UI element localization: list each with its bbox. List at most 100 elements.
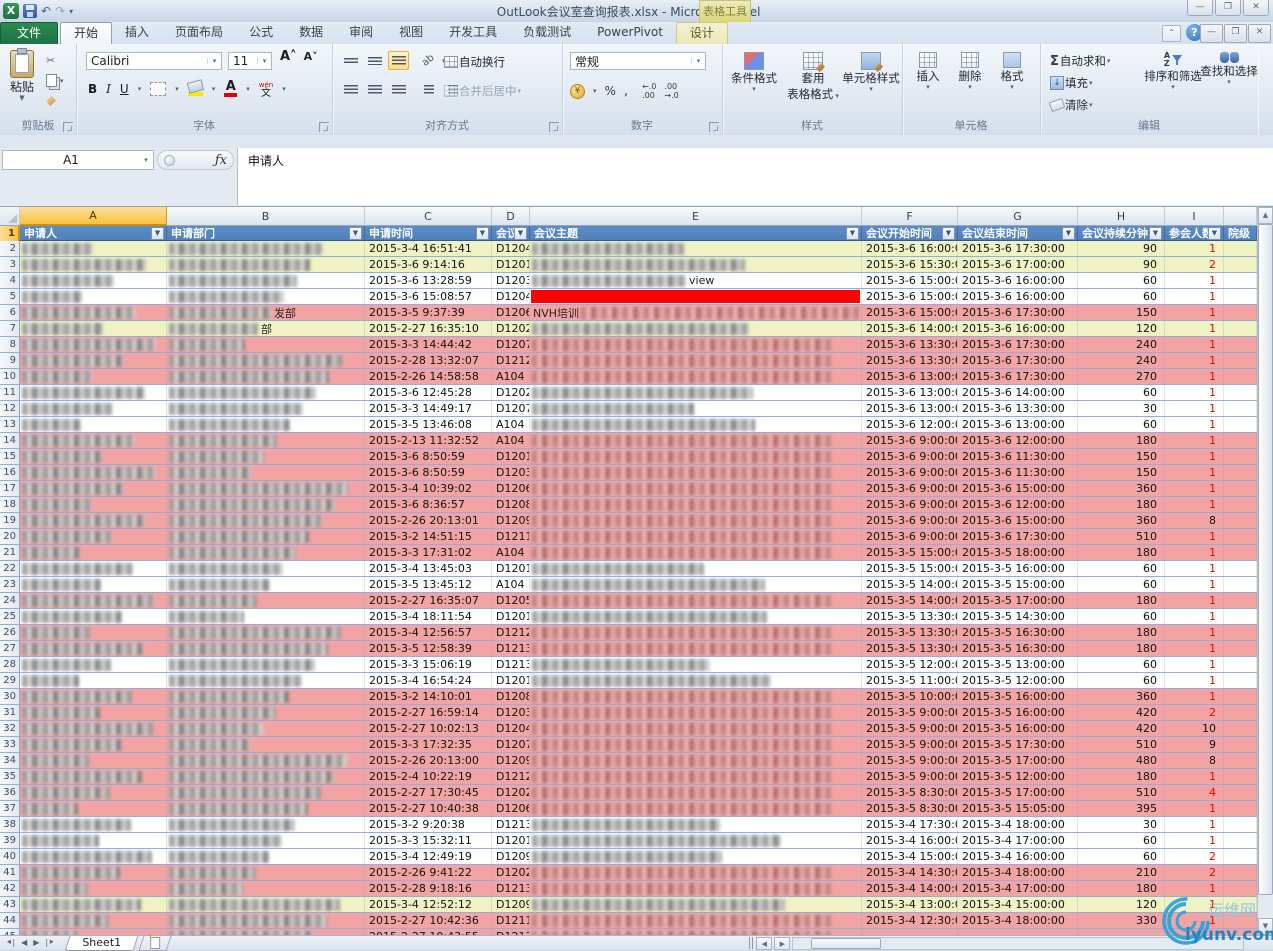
cell-E16[interactable] [530,465,862,480]
cell-I44[interactable]: 1 [1165,913,1224,928]
cell-C4[interactable]: 2015-3-6 13:28:59 [365,273,492,288]
cell-H18[interactable]: 180 [1078,497,1165,512]
cell-B26[interactable] [167,625,365,640]
cell-F36[interactable]: 2015-3-5 8:30:00 [862,785,958,800]
cell-D2[interactable]: D1204 [492,241,530,256]
cell-J36[interactable] [1224,785,1257,800]
cell-F12[interactable]: 2015-3-6 13:00:00 [862,401,958,416]
header-cell-J[interactable]: 院级 [1224,226,1257,241]
cell-D24[interactable]: D1205 [492,593,530,608]
name-box[interactable]: A1 ▾ [2,150,154,170]
percent-style-icon[interactable]: % [605,84,616,98]
cell-E10[interactable] [530,369,862,384]
cell-G16[interactable]: 2015-3-6 11:30:00 [958,465,1078,480]
app-minimize-button[interactable]: — [1187,0,1213,16]
cell-J27[interactable] [1224,641,1257,656]
cell-D3[interactable]: D1201 [492,257,530,272]
cell-F32[interactable]: 2015-3-5 9:00:00 [862,721,958,736]
cell-F26[interactable]: 2015-3-5 13:30:00 [862,625,958,640]
cell-C36[interactable]: 2015-2-27 17:30:45 [365,785,492,800]
cell-B7[interactable]: 部 [167,321,365,336]
cell-B13[interactable] [167,417,365,432]
cell-E29[interactable] [530,673,862,688]
align-left-icon[interactable] [340,80,361,99]
cell-C26[interactable]: 2015-3-4 12:56:57 [365,625,492,640]
cell-A26[interactable] [20,625,167,640]
orientation-icon[interactable]: ab [418,51,439,70]
cell-C10[interactable]: 2015-2-26 14:58:58 [365,369,492,384]
cell-G21[interactable]: 2015-3-5 18:00:00 [958,545,1078,560]
cell-I10[interactable]: 1 [1165,369,1224,384]
cell-D41[interactable]: D1202 [492,865,530,880]
cell-J21[interactable] [1224,545,1257,560]
cell-J22[interactable] [1224,561,1257,576]
cell-B17[interactable] [167,481,365,496]
cell-C15[interactable]: 2015-3-6 8:50:59 [365,449,492,464]
cell-A43[interactable] [20,897,167,912]
cell-C28[interactable]: 2015-3-3 15:06:19 [365,657,492,672]
cell-C25[interactable]: 2015-3-4 18:11:54 [365,609,492,624]
cell-C23[interactable]: 2015-3-5 13:45:12 [365,577,492,592]
cell-C27[interactable]: 2015-3-5 12:58:39 [365,641,492,656]
filter-dropdown-icon-A[interactable]: ▼ [151,226,164,240]
cell-D15[interactable]: D1201 [492,449,530,464]
cell-D29[interactable]: D1201 [492,673,530,688]
cell-F6[interactable]: 2015-3-6 15:00:00 [862,305,958,320]
header-cell-B[interactable]: 申请部门 ▼ [167,226,365,241]
select-all-corner[interactable] [0,207,20,226]
cell-I8[interactable]: 1 [1165,337,1224,352]
cell-D13[interactable]: A104 [492,417,530,432]
save-icon[interactable] [23,4,37,18]
alignment-dialog-launcher-icon[interactable] [549,122,559,132]
cell-H16[interactable]: 150 [1078,465,1165,480]
filter-dropdown-icon-H[interactable]: ▼ [1149,226,1162,240]
cell-F27[interactable]: 2015-3-5 13:30:00 [862,641,958,656]
tab-design[interactable]: 设计 [675,22,728,44]
cell-D32[interactable]: D1204 [492,721,530,736]
qat-customize-icon[interactable]: ▾ [69,7,73,16]
cell-E32[interactable] [530,721,862,736]
column-header-B[interactable]: B [167,207,365,226]
cell-C13[interactable]: 2015-3-5 13:46:08 [365,417,492,432]
row-header-38[interactable]: 38 [0,817,20,832]
cell-I31[interactable]: 2 [1165,705,1224,720]
cell-C14[interactable]: 2015-2-13 11:32:52 [365,433,492,448]
column-header-D[interactable]: D [492,207,530,226]
row-header-41[interactable]: 41 [0,865,20,880]
cell-C12[interactable]: 2015-3-3 14:49:17 [365,401,492,416]
row-header-15[interactable]: 15 [0,449,20,464]
row-header-26[interactable]: 26 [0,625,20,640]
format-painter-button[interactable] [46,96,56,106]
cell-F17[interactable]: 2015-3-6 9:00:00 [862,481,958,496]
decrease-decimal-icon[interactable]: .00 →.0 [664,82,678,100]
cell-I33[interactable]: 9 [1165,737,1224,752]
cell-J19[interactable] [1224,513,1257,528]
row-header-7[interactable]: 7 [0,321,20,336]
cell-E35[interactable] [530,769,862,784]
app-restore-button[interactable]: ❐ [1215,0,1241,16]
cell-B25[interactable] [167,609,365,624]
cell-I18[interactable]: 1 [1165,497,1224,512]
excel-app-icon[interactable]: X [3,3,19,19]
cell-G39[interactable]: 2015-3-4 17:00:00 [958,833,1078,848]
cell-J7[interactable] [1224,321,1257,336]
cell-C7[interactable]: 2015-2-27 16:35:10 [365,321,492,336]
cell-A38[interactable] [20,817,167,832]
cell-A27[interactable] [20,641,167,656]
row-header-21[interactable]: 21 [0,545,20,560]
cell-D16[interactable]: D1203 [492,465,530,480]
cell-C17[interactable]: 2015-3-4 10:39:02 [365,481,492,496]
cell-D22[interactable]: D1201 [492,561,530,576]
cell-I42[interactable]: 1 [1165,881,1224,896]
cell-D18[interactable]: D1208 [492,497,530,512]
row-header-36[interactable]: 36 [0,785,20,800]
clear-button[interactable]: 清除 ▾ [1048,96,1095,114]
cell-B40[interactable] [167,849,365,864]
cell-G5[interactable]: 2015-3-6 16:00:00 [958,289,1078,304]
cell-A14[interactable] [20,433,167,448]
cut-button[interactable]: ✂ [46,54,55,67]
sheet-tab-sheet1[interactable]: Sheet1 [64,935,138,951]
cell-E30[interactable] [530,689,862,704]
cell-D8[interactable]: D1207 [492,337,530,352]
cell-E5[interactable] [530,289,862,304]
